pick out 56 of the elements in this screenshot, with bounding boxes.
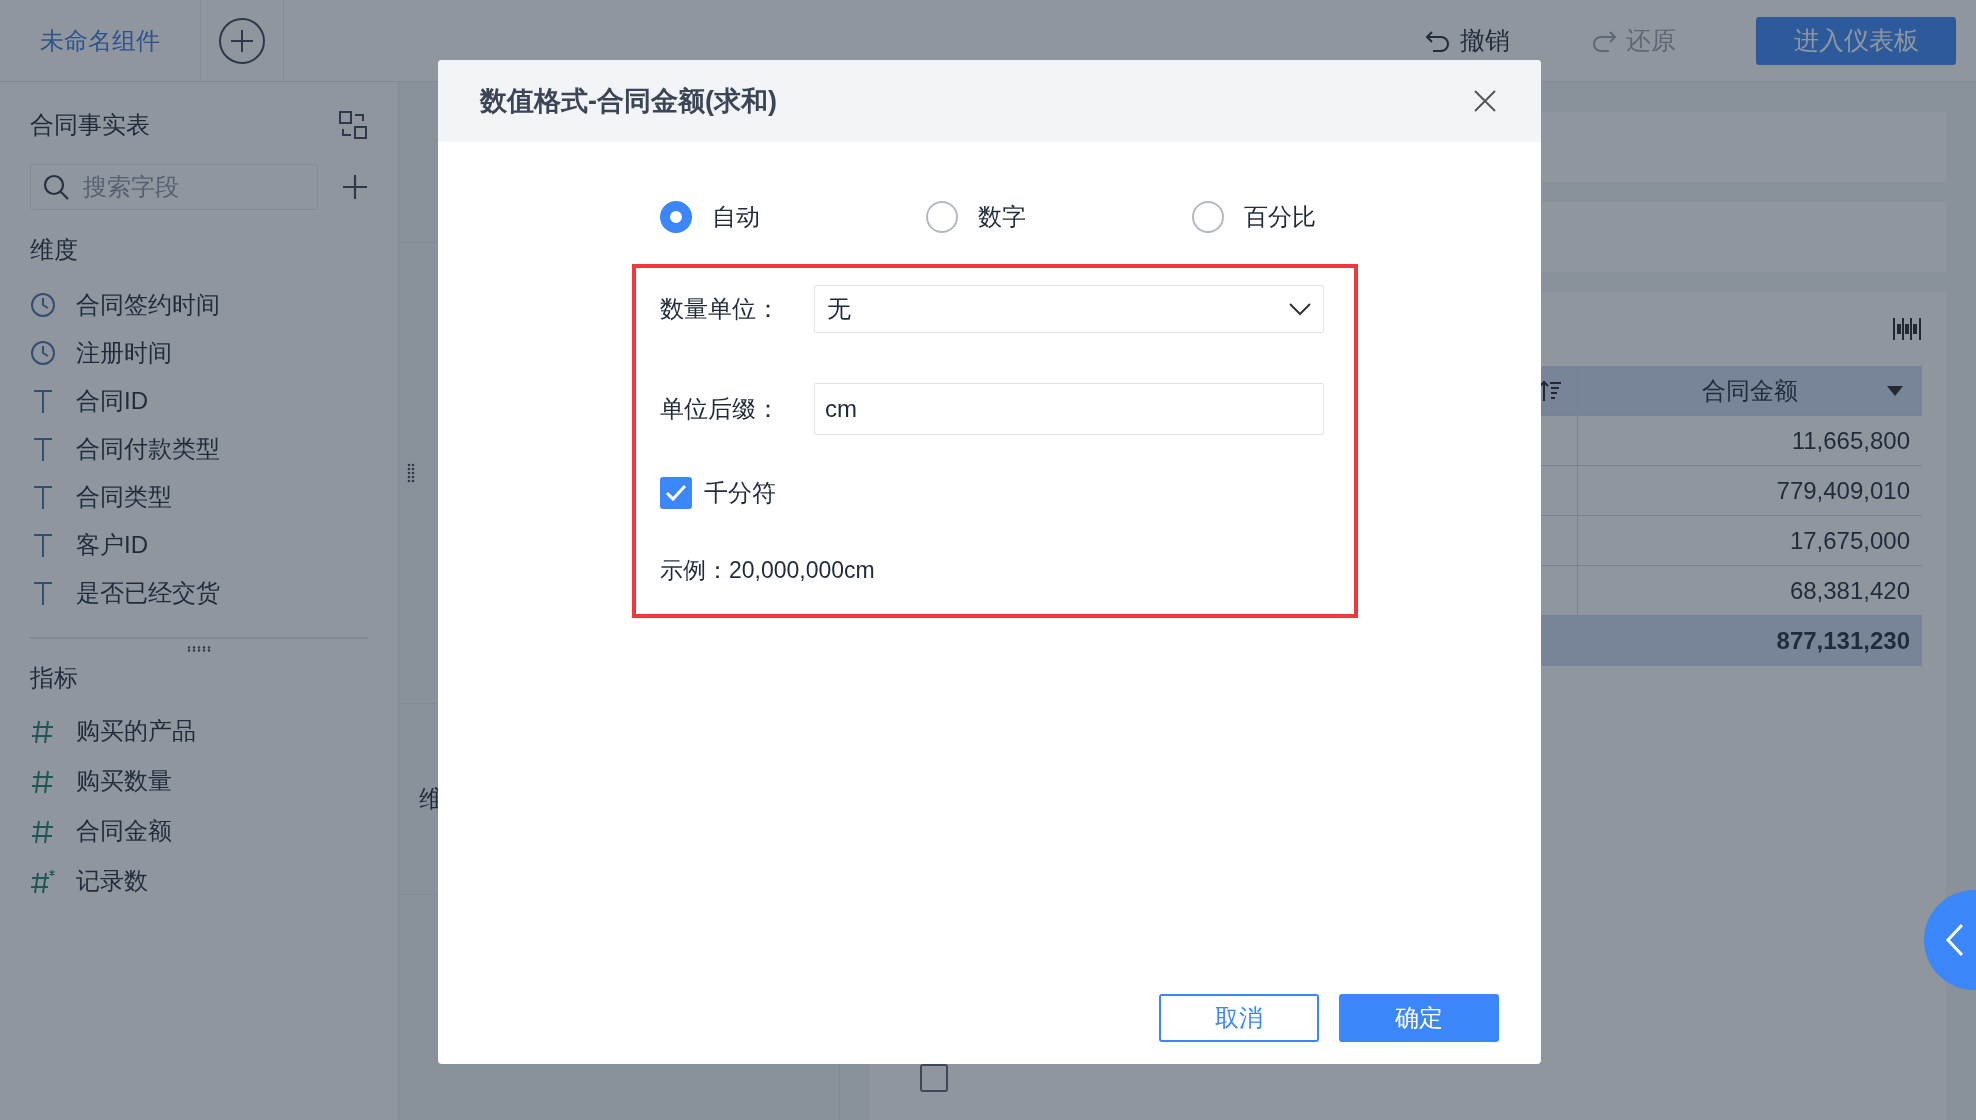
radio-button[interactable] — [660, 201, 692, 233]
field-item[interactable]: 客户ID — [76, 528, 148, 561]
radio-button[interactable] — [926, 201, 958, 233]
chevron-left-icon — [1945, 923, 1965, 957]
clock-icon — [30, 291, 56, 318]
radio-button[interactable] — [1192, 201, 1224, 233]
table-cell: 779,409,010 — [1578, 466, 1922, 516]
drag-handle-icon[interactable] — [186, 646, 212, 652]
radio-label[interactable]: 自动 — [712, 201, 760, 233]
table-name: 合同事实表 — [30, 110, 150, 140]
field-item[interactable]: 合同类型 — [76, 480, 172, 513]
field-item[interactable]: 合同签约时间 — [76, 288, 220, 321]
add-icon[interactable] — [218, 16, 266, 65]
field-item[interactable]: 购买数量 — [76, 764, 172, 797]
field-label: 单位后缀： — [660, 394, 770, 424]
table-cell: 11,665,800 — [1578, 416, 1922, 466]
radio-label[interactable]: 百分比 — [1244, 201, 1316, 233]
field-item[interactable]: 合同付款类型 — [76, 432, 220, 465]
total-cell: 877,131,230 — [1578, 616, 1922, 666]
field-item[interactable]: 记录数 — [76, 864, 148, 897]
search-icon — [42, 173, 70, 201]
confirm-button[interactable]: 确定 — [1339, 994, 1499, 1042]
undo-icon — [1424, 28, 1452, 53]
group-title: 指标 — [30, 663, 79, 693]
radio-label[interactable]: 数字 — [978, 201, 1026, 233]
checkbox-label[interactable]: 千分符 — [704, 477, 776, 509]
redo-icon — [1590, 28, 1618, 53]
cancel-button[interactable]: 取消 — [1159, 994, 1319, 1042]
chevron-down-icon — [1289, 302, 1311, 316]
field-item[interactable]: 是否已经交货 — [76, 576, 220, 609]
column-header[interactable]: 合同金额 — [1578, 366, 1922, 416]
close-icon[interactable] — [1473, 89, 1497, 113]
unit-dropdown[interactable]: 无 — [814, 285, 1324, 333]
column-width-icon[interactable] — [1892, 316, 1922, 342]
clock-icon — [30, 339, 56, 366]
check-icon — [665, 484, 687, 502]
dropdown-icon[interactable] — [1886, 384, 1904, 397]
field-label: 数量单位： — [660, 294, 770, 324]
group-title: 维度 — [30, 235, 79, 265]
field-item[interactable]: 注册时间 — [76, 336, 172, 369]
add-icon[interactable] — [342, 174, 368, 200]
undo-button[interactable]: 撤销 — [1424, 24, 1510, 57]
drag-handle-icon[interactable] — [407, 462, 415, 484]
search-field[interactable]: 搜索字段 — [30, 164, 318, 210]
tab[interactable]: 未命名组件 — [0, 24, 200, 57]
suffix-input[interactable]: cm — [814, 383, 1324, 435]
field-item[interactable]: 合同ID — [76, 384, 148, 417]
sort-icon[interactable] — [1539, 378, 1563, 403]
hash-star-icon — [30, 867, 56, 894]
format-example: 示例：20,000,000cm — [660, 556, 876, 585]
field-item[interactable]: 购买的产品 — [76, 714, 196, 747]
table-cell: 17,675,000 — [1578, 516, 1922, 566]
checkbox[interactable] — [660, 477, 692, 509]
switch-table-icon[interactable] — [338, 110, 368, 140]
dialog-title: 数值格式-合同金额(求和) — [480, 85, 777, 118]
field-item[interactable]: 合同金额 — [76, 814, 172, 847]
